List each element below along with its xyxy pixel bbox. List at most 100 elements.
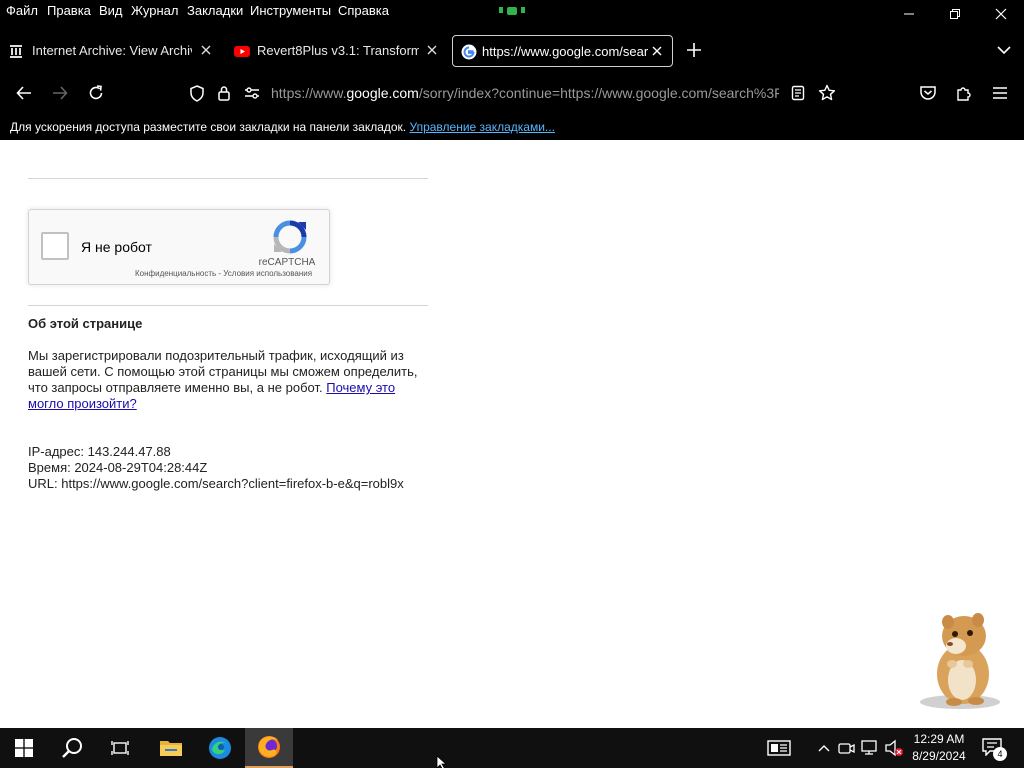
back-arrow-icon xyxy=(16,86,31,100)
video-camera-icon xyxy=(838,743,855,754)
puzzle-icon xyxy=(957,87,971,101)
recaptcha-brand: reCAPTCHA xyxy=(258,257,316,268)
task-view-button[interactable] xyxy=(96,728,144,768)
forward-arrow-icon xyxy=(53,86,68,100)
start-button[interactable] xyxy=(0,728,48,768)
task-view-icon xyxy=(111,741,129,755)
timestamp: Время: 2024-08-29T04:28:44Z xyxy=(28,460,208,475)
youtube-icon xyxy=(234,46,250,57)
close-icon xyxy=(995,8,1007,20)
app-menu-button[interactable] xyxy=(987,80,1013,106)
menu-view[interactable]: Вид xyxy=(99,3,123,18)
divider xyxy=(28,178,428,179)
news-icon xyxy=(767,740,791,756)
divider xyxy=(28,305,428,306)
close-tab-icon[interactable] xyxy=(425,43,439,57)
folder-icon xyxy=(160,741,182,756)
network-icon xyxy=(861,740,877,755)
permissions-icon[interactable] xyxy=(244,86,260,100)
minimize-icon xyxy=(904,13,914,15)
navigation-bar: https://www.google.com/sorry/index?conti… xyxy=(0,74,1024,112)
menu-file[interactable]: Файл xyxy=(6,3,38,18)
recaptcha-label: Я не робот xyxy=(81,239,152,255)
volume-muted-icon xyxy=(885,739,903,757)
tab-revert8plus[interactable]: Revert8Plus v3.1: Transforming xyxy=(226,35,448,67)
clock-time: 12:29 AM xyxy=(913,732,965,746)
browser-chrome: Файл Правка Вид Журнал Закладки Инструме… xyxy=(0,0,1024,140)
recaptcha-checkbox[interactable] xyxy=(41,232,69,260)
menu-bookmarks[interactable]: Закладки xyxy=(187,3,243,18)
close-tab-icon[interactable] xyxy=(199,43,213,57)
firefox-button[interactable] xyxy=(245,728,293,768)
search-button[interactable] xyxy=(48,728,96,768)
windows-logo-icon xyxy=(15,739,33,757)
list-all-tabs-icon[interactable] xyxy=(996,44,1012,56)
edge-icon xyxy=(209,737,231,759)
google-icon xyxy=(461,44,477,60)
search-icon xyxy=(62,738,82,758)
forward-button[interactable] xyxy=(47,80,73,106)
tab-title: Internet Archive: View Archive xyxy=(32,43,192,58)
manage-bookmarks-link[interactable]: Управление закладками... xyxy=(409,120,554,134)
network-button[interactable] xyxy=(860,738,880,758)
reload-button[interactable] xyxy=(83,80,109,106)
about-page-title: Об этой странице xyxy=(28,316,143,331)
request-url: URL: https://www.google.com/search?clien… xyxy=(28,476,404,491)
url-host: google.com xyxy=(346,85,419,101)
tab-internet-archive[interactable]: Internet Archive: View Archive xyxy=(0,35,222,67)
pocket-icon xyxy=(920,86,936,100)
pocket-button[interactable] xyxy=(915,80,941,106)
restore-icon xyxy=(950,9,960,19)
reload-icon xyxy=(89,85,103,100)
menu-help[interactable]: Справка xyxy=(338,3,389,18)
page-content: Я не робот reCAPTCHA Конфиденциальность … xyxy=(0,140,1024,728)
notification-count-badge: 4 xyxy=(993,747,1007,761)
theme-ornament-icon xyxy=(499,7,525,15)
recaptcha-privacy-terms-links[interactable]: Конфиденциальность - Условия использован… xyxy=(135,269,312,278)
tab-google-search[interactable]: https://www.google.com/searc xyxy=(452,35,673,67)
firefox-icon xyxy=(258,736,280,758)
menu-history[interactable]: Журнал xyxy=(131,3,178,18)
windows-taskbar: 12:29 AM 8/29/2024 4 xyxy=(0,728,1024,768)
menu-bar: Файл Правка Вид Журнал Закладки Инструме… xyxy=(0,0,1024,24)
extensions-button[interactable] xyxy=(951,80,977,106)
clock-date: 8/29/2024 xyxy=(912,749,966,763)
recaptcha-logo-icon xyxy=(273,220,307,254)
menu-edit[interactable]: Правка xyxy=(47,3,91,18)
chevron-up-icon xyxy=(818,745,830,752)
tab-title: https://www.google.com/searc xyxy=(482,44,648,59)
close-window-button[interactable] xyxy=(978,0,1024,28)
news-widget-button[interactable] xyxy=(766,738,792,758)
about-page-text: Мы зарегистрировали подозрительный трафи… xyxy=(28,348,428,412)
bookmarks-hint-text: Для ускорения доступа разместите свои за… xyxy=(10,120,407,134)
reader-view-icon[interactable] xyxy=(791,85,805,101)
lock-icon[interactable] xyxy=(217,85,231,101)
tab-title: Revert8Plus v3.1: Transforming xyxy=(257,43,419,58)
minimize-button[interactable] xyxy=(886,0,932,28)
taskbar-clock[interactable]: 12:29 AM 8/29/2024 xyxy=(906,731,972,765)
url-path: /sorry/index?continue=https://www.google… xyxy=(418,85,779,101)
meet-now-button[interactable] xyxy=(837,738,857,758)
restore-button[interactable] xyxy=(932,0,978,28)
recaptcha-widget: Я не робот reCAPTCHA Конфиденциальность … xyxy=(28,209,330,285)
edge-button[interactable] xyxy=(196,728,244,768)
bookmarks-hint: Для ускорения доступа разместите свои за… xyxy=(10,120,555,134)
bookmarks-toolbar: Для ускорения доступа разместите свои за… xyxy=(0,118,1024,138)
ip-address: IP-адрес: 143.244.47.88 xyxy=(28,444,171,459)
shield-icon[interactable] xyxy=(189,85,205,102)
url-prefix: https://www. xyxy=(271,85,347,101)
close-tab-icon[interactable] xyxy=(650,44,664,58)
address-bar[interactable]: https://www.google.com/sorry/index?conti… xyxy=(180,76,845,110)
url-text[interactable]: https://www.google.com/sorry/index?conti… xyxy=(271,85,779,101)
tab-bar: Internet Archive: View Archive Revert8Pl… xyxy=(0,32,1024,68)
file-explorer-button[interactable] xyxy=(147,728,195,768)
show-hidden-icons-button[interactable] xyxy=(814,738,834,758)
hamburger-menu-icon xyxy=(993,87,1007,99)
bookmark-star-icon[interactable] xyxy=(818,84,836,102)
mouse-cursor-icon xyxy=(436,756,448,768)
back-button[interactable] xyxy=(11,80,37,106)
new-tab-icon[interactable] xyxy=(686,42,702,58)
volume-button[interactable] xyxy=(884,738,904,758)
hamster-mascot-icon xyxy=(920,613,1000,709)
menu-tools[interactable]: Инструменты xyxy=(250,3,331,18)
